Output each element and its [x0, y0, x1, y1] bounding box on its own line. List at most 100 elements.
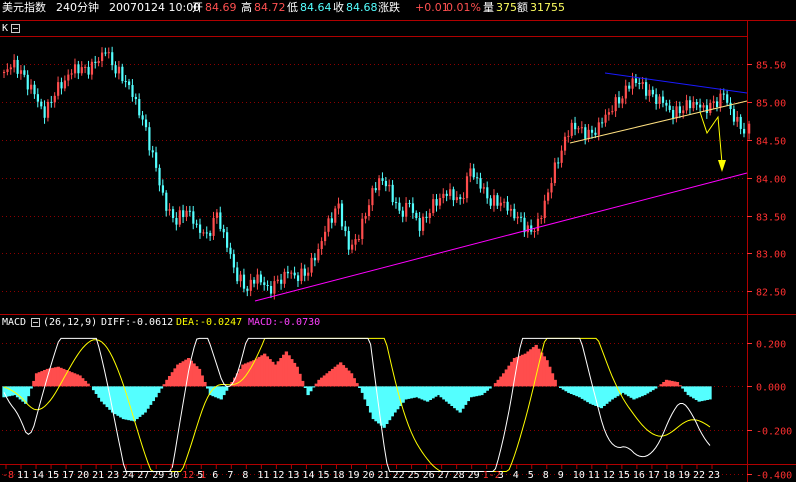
- candle-body: [374, 188, 377, 191]
- x-tick-label: 21: [92, 470, 104, 481]
- candle-body: [658, 96, 661, 104]
- candle-body: [246, 288, 249, 291]
- candle-body: [138, 99, 141, 116]
- candle: [256, 268, 259, 290]
- candle-body: [672, 109, 675, 119]
- candle: [165, 190, 168, 217]
- x-tick-label: 16: [633, 470, 645, 481]
- x-tick-label: 15: [618, 470, 630, 481]
- candle-body: [472, 168, 475, 178]
- candle: [638, 77, 641, 90]
- candle-body: [482, 187, 486, 189]
- candle: [617, 91, 621, 108]
- candle-body: [435, 199, 438, 206]
- candle: [155, 146, 158, 172]
- candle: [168, 203, 171, 216]
- candle: [516, 211, 519, 225]
- candle-body: [63, 80, 67, 89]
- candle: [324, 225, 327, 246]
- candle: [418, 212, 421, 237]
- candle: [587, 124, 590, 143]
- candle: [6, 63, 9, 76]
- projection-arrow-line: [699, 111, 723, 164]
- candle: [506, 196, 509, 215]
- candle-body: [381, 178, 384, 181]
- candle: [131, 79, 134, 102]
- candle: [408, 199, 411, 208]
- candle: [205, 226, 208, 239]
- candle-body: [705, 105, 709, 113]
- candle: [672, 106, 675, 125]
- candle-body: [469, 168, 472, 177]
- wedge-lower-line: [569, 100, 748, 144]
- candle-body: [178, 210, 181, 225]
- projection-arrowhead: [718, 160, 726, 172]
- close-label: 收: [333, 0, 344, 14]
- volume-value: 375: [496, 1, 517, 14]
- candle: [634, 74, 638, 87]
- candle: [361, 213, 364, 245]
- candle-body: [712, 101, 715, 103]
- macd-close-button[interactable]: [31, 318, 40, 327]
- candle-body: [215, 212, 219, 218]
- candle-body: [432, 199, 435, 214]
- high-value: 84.72: [254, 1, 286, 14]
- candle-body: [334, 208, 337, 223]
- candle: [80, 61, 83, 76]
- candle-body: [195, 223, 198, 225]
- candle-body: [634, 78, 638, 83]
- candle-body: [739, 116, 742, 129]
- candle-body: [709, 102, 712, 113]
- open-value: 84.69: [205, 1, 237, 14]
- dea-label: DEA:: [176, 317, 200, 328]
- candle: [269, 281, 273, 299]
- candle: [628, 82, 631, 92]
- candle: [472, 163, 475, 180]
- candle-body: [729, 102, 732, 110]
- candle: [192, 206, 195, 230]
- candle: [53, 92, 56, 108]
- chart-canvas[interactable]: 美元指数 240分钟 20070124 10:00 开 84.69 高 84.7…: [0, 0, 796, 482]
- candle-body: [161, 185, 165, 193]
- candle: [209, 230, 212, 241]
- candle-body: [310, 257, 313, 273]
- candle-body: [347, 231, 350, 250]
- candle: [567, 130, 570, 143]
- kline-close-button[interactable]: [11, 24, 20, 33]
- candle: [117, 60, 121, 80]
- candle: [195, 219, 198, 228]
- candle-body: [144, 119, 148, 128]
- candle-body: [411, 203, 415, 213]
- candle-body: [479, 178, 482, 189]
- candle-body: [148, 127, 151, 151]
- candle-body: [9, 67, 12, 70]
- candle-body: [239, 274, 242, 282]
- candle: [46, 99, 50, 122]
- candle: [121, 63, 124, 84]
- candle-body: [53, 95, 56, 103]
- candle: [685, 94, 688, 114]
- candle: [357, 234, 360, 242]
- candle: [367, 199, 371, 221]
- candle-body: [209, 232, 212, 236]
- x-tick-label: 19: [678, 470, 690, 481]
- candle: [486, 181, 489, 204]
- candle-body: [141, 115, 144, 120]
- candle-body: [476, 177, 479, 179]
- candle: [286, 265, 290, 279]
- candle-body: [604, 114, 607, 123]
- x-tick-label: 11: [17, 470, 29, 481]
- candle: [226, 226, 229, 253]
- candle: [337, 197, 340, 215]
- x-tick-label: 7: [227, 470, 233, 481]
- candle-body: [550, 183, 553, 193]
- candle-body: [57, 82, 60, 96]
- candle: [253, 277, 256, 288]
- candle: [729, 97, 732, 116]
- candle-body: [317, 248, 320, 261]
- x-tick-label: 29: [468, 470, 480, 481]
- candle: [70, 69, 73, 80]
- candle-body: [327, 218, 330, 232]
- candle: [151, 145, 154, 158]
- candle-body: [418, 218, 421, 231]
